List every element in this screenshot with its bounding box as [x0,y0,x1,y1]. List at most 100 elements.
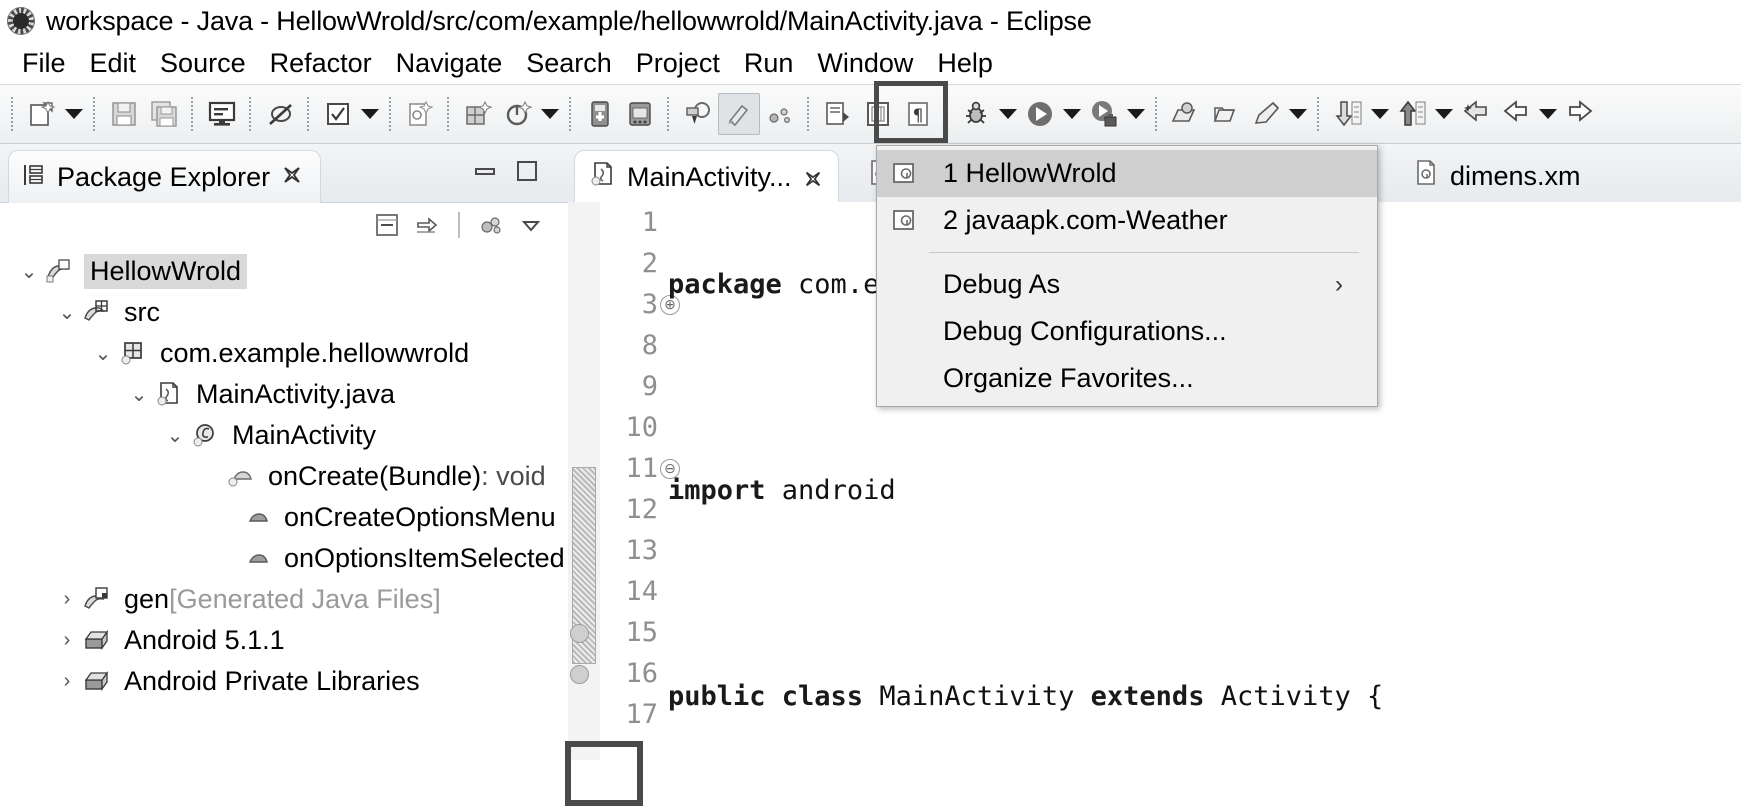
menu-item-launch-hellowwrold[interactable]: 1 HellowWrold [877,150,1377,197]
chevron-down-icon[interactable] [516,210,546,240]
console-icon[interactable] [202,94,242,134]
breakpoint-highlight-box [565,741,643,806]
menu-item-label: 1 HellowWrold [943,158,1117,188]
breakpoint-marker-icon[interactable] [570,624,589,643]
hierarchy-viewer-icon[interactable] [718,93,760,135]
tree-item-gen[interactable]: › gen [Generated Java Files] [0,579,568,620]
android-emulator-icon[interactable] [620,94,660,134]
arrow-up-annot-icon[interactable] [1392,94,1432,134]
new-file-icon[interactable] [22,94,62,134]
run-play-icon[interactable] [1020,94,1060,134]
menu-item-debug-configurations[interactable]: Debug Configurations... [877,308,1377,355]
class-folder-icon[interactable] [1206,94,1246,134]
editor-tab-label: dimens.xm [1450,160,1581,191]
tab-dimens-xml[interactable]: dimens.xm [1398,150,1595,202]
menu-file[interactable]: File [10,48,78,79]
pencil-icon[interactable] [1246,94,1286,134]
minimize-icon[interactable] [472,158,498,184]
view-menu-icon[interactable] [476,210,506,240]
main-toolbar: ¶ [0,81,1741,144]
tree-item-oncreateoptionsmenu[interactable]: onCreateOptionsMenu [0,497,568,538]
project-tree: ⌄ HellowWrold ⌄ src ⌄ com.example.hellow… [0,247,568,702]
perspective-icon[interactable] [760,94,800,134]
twisty-collapsed-icon[interactable]: › [52,588,82,611]
menu-separator [929,252,1359,253]
menu-project[interactable]: Project [624,48,732,79]
android-sdk-icon[interactable] [498,94,538,134]
menu-item-organize-favorites[interactable]: Organize Favorites... [877,355,1377,402]
debug-bug-icon[interactable] [956,94,996,134]
forward-arrow-icon[interactable] [1560,94,1600,134]
chevron-down-icon[interactable] [1536,94,1560,134]
menu-edit[interactable]: Edit [78,48,149,79]
tree-item-label: onCreate(Bundle) [268,461,482,491]
twisty-expanded-icon[interactable]: ⌄ [52,300,82,325]
chevron-down-icon[interactable] [1060,94,1084,134]
chevron-down-icon[interactable] [1286,94,1310,134]
checkbox-icon[interactable] [318,94,358,134]
tree-item-mainactivity-class[interactable]: ⌄ MainActivity [0,415,568,456]
android-project-icon[interactable] [458,94,498,134]
link-editor-icon[interactable] [412,210,442,240]
chevron-down-icon[interactable] [62,94,86,134]
twisty-expanded-icon[interactable]: ⌄ [124,382,154,407]
library-icon [82,667,116,697]
save-all-icon[interactable] [144,94,184,134]
back-arrow-icon[interactable] [1496,94,1536,134]
close-icon[interactable] [280,163,304,192]
external-run-icon[interactable] [1084,94,1124,134]
twisty-expanded-icon[interactable]: ⌄ [160,423,190,448]
menu-item-launch-javaapk-weather[interactable]: 2 javaapk.com-Weather [877,197,1377,244]
menu-window[interactable]: Window [805,48,925,79]
chevron-down-icon[interactable] [1368,94,1392,134]
breakpoint-marker-icon[interactable] [570,665,589,684]
lint-icon[interactable] [678,94,718,134]
menu-item-debug-as[interactable]: Debug As › [877,261,1377,308]
window-title: workspace - Java - HellowWrold/src/com/e… [46,5,1092,36]
tab-package-explorer[interactable]: Package Explorer [8,150,322,203]
arrow-down-annot-icon[interactable] [1328,94,1368,134]
maximize-icon[interactable] [514,158,540,184]
toolbar-separator [191,97,195,131]
code-token: extends [1090,681,1221,712]
toolbar-separator [667,97,671,131]
editor-line-numbers: 1 2 3 ⊕ 8 9 10 11 ⊖ 12 13 14 15 16 17 [570,202,680,760]
chevron-down-icon[interactable] [1432,94,1456,134]
tree-item-android-private-libraries[interactable]: › Android Private Libraries [0,661,568,702]
menu-help[interactable]: Help [925,48,1005,79]
tab-mainactivity-java[interactable]: MainActivity... [574,150,839,203]
search-doc-icon[interactable] [818,94,858,134]
breakpoint-skip-icon[interactable] [260,94,300,134]
tree-item-package[interactable]: ⌄ com.example.hellowwrold [0,333,568,374]
tree-item-hellowwrold[interactable]: ⌄ HellowWrold [0,251,568,292]
android-xml-icon[interactable] [400,94,440,134]
menu-navigate[interactable]: Navigate [384,48,515,79]
chevron-down-icon[interactable] [1124,94,1148,134]
menu-run[interactable]: Run [732,48,806,79]
line-number: 17 [625,699,658,730]
twisty-collapsed-icon[interactable]: › [52,670,82,693]
tree-item-label: Android 5.1.1 [124,625,285,655]
menu-source[interactable]: Source [148,48,258,79]
avd-manager-icon[interactable] [580,94,620,134]
collapse-all-icon[interactable] [372,210,402,240]
menu-refactor[interactable]: Refactor [258,48,384,79]
twisty-collapsed-icon[interactable]: › [52,629,82,652]
last-edit-icon[interactable] [1456,94,1496,134]
tree-item-mainactivity-java[interactable]: ⌄ MainActivity.java [0,374,568,415]
debug-dropdown-chevron-down-icon[interactable] [996,94,1020,134]
chevron-down-icon[interactable] [358,94,382,134]
tree-item-android-511[interactable]: › Android 5.1.1 [0,620,568,661]
tree-item-oncreate[interactable]: onCreate(Bundle) : void [0,456,568,497]
line-number: 13 [625,535,658,566]
package-icon[interactable] [1166,94,1206,134]
twisty-expanded-icon[interactable]: ⌄ [14,259,44,284]
menu-search[interactable]: Search [514,48,624,79]
save-icon[interactable] [104,94,144,134]
chevron-down-icon[interactable] [538,94,562,134]
close-icon[interactable] [802,166,824,188]
tree-item-onoptionsitemselected[interactable]: onOptionsItemSelected [0,538,568,579]
tree-item-src[interactable]: ⌄ src [0,292,568,333]
twisty-expanded-icon[interactable]: ⌄ [88,341,118,366]
